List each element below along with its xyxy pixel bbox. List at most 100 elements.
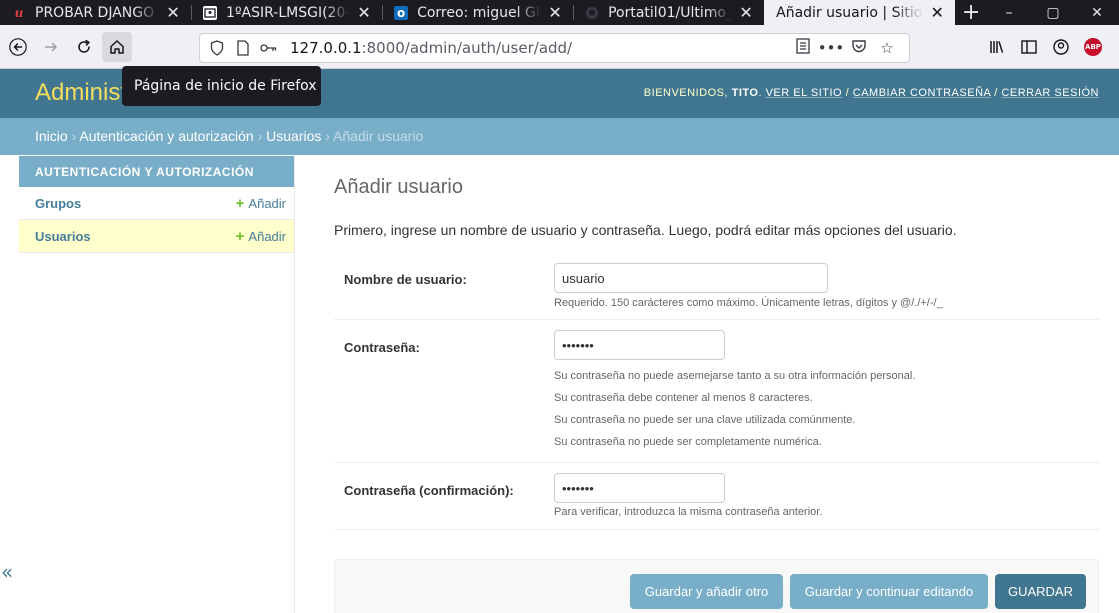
- url-text: 127.0.0.1:8000/admin/auth/user/add/: [290, 39, 573, 57]
- nav-sidebar: AUTENTICACIÓN Y AUTORIZACIÓN Grupos + Aña…: [0, 155, 295, 613]
- add-user-link[interactable]: + Añadir: [236, 228, 286, 245]
- breadcrumb-model[interactable]: Usuarios: [266, 128, 321, 144]
- outlook-favicon-icon: o: [394, 5, 409, 20]
- password-help-item: Su contraseña no puede ser una clave uti…: [554, 414, 856, 426]
- close-tab-icon[interactable]: ✕: [738, 3, 754, 22]
- close-tab-icon[interactable]: ✕: [165, 3, 181, 22]
- save-and-add-another-button[interactable]: Guardar y añadir otro: [630, 574, 783, 609]
- app-module-auth: AUTENTICACIÓN Y AUTORIZACIÓN Grupos + Aña…: [19, 156, 294, 253]
- library-icon: [990, 41, 1004, 53]
- password-confirm-input[interactable]: [554, 473, 725, 503]
- browser-tab-strip: u PROBAR DJANGO | ✕ 1ºASIR-LMSGI(20-2 ✕ …: [0, 0, 1119, 25]
- sidebar-toggle-icon: [1021, 40, 1037, 54]
- browser-tab-probar-django[interactable]: u PROBAR DJANGO | ✕: [0, 0, 191, 25]
- reader-view-icon[interactable]: [789, 38, 817, 58]
- window-controls: – ▢ ✕: [987, 0, 1119, 25]
- breadcrumb-home[interactable]: Inicio: [35, 128, 68, 144]
- url-bar[interactable]: 127.0.0.1:8000/admin/auth/user/add/ ••• …: [199, 33, 910, 63]
- separator: /: [842, 87, 853, 99]
- browser-tab-github[interactable]: Portatil01/Ultimo_I ✕: [573, 0, 764, 25]
- tab-title: Portatil01/Ultimo_I: [608, 4, 733, 21]
- tab-title: PROBAR DJANGO |: [35, 4, 160, 21]
- account-icon: [1053, 39, 1069, 55]
- save-button[interactable]: GUARDAR: [995, 574, 1086, 609]
- pocket-icon[interactable]: [845, 39, 873, 57]
- password-confirm-label: Contraseña (confirmación):: [344, 483, 514, 498]
- username-label: Nombre de usuario:: [344, 272, 467, 287]
- form-row-password-confirm: Contraseña (confirmación): Para verifica…: [334, 463, 1099, 530]
- sidebar-item-label[interactable]: Usuarios: [35, 229, 91, 244]
- github-favicon-icon: [585, 6, 599, 20]
- sidebar-item-users: Usuarios + Añadir: [19, 220, 294, 253]
- account-button[interactable]: [1046, 32, 1076, 62]
- breadcrumb-separator: ›: [321, 128, 334, 144]
- welcome-text: Bienvenidos,: [643, 87, 729, 99]
- maximize-icon[interactable]: ▢: [1031, 5, 1075, 21]
- tab-title: Añadir usuario | Sitio de: [776, 4, 923, 21]
- add-label: Añadir: [248, 195, 286, 211]
- reload-button[interactable]: [69, 32, 99, 62]
- sidebar-button[interactable]: [1014, 32, 1044, 62]
- logout-link[interactable]: Cerrar sesión: [1001, 87, 1099, 99]
- password-help-item: Su contraseña no puede ser completamente…: [554, 436, 822, 448]
- back-arrow-icon: [9, 37, 27, 56]
- key-permission-icon[interactable]: [260, 39, 278, 57]
- tab-title: Correo: miguel GRA: [417, 4, 542, 21]
- breadcrumb-current: Añadir usuario: [333, 128, 424, 144]
- submit-row: Guardar y añadir otro Guardar y continua…: [334, 559, 1099, 613]
- close-tab-icon[interactable]: ✕: [929, 3, 945, 22]
- browser-tab-classroom[interactable]: 1ºASIR-LMSGI(20-2 ✕: [191, 0, 382, 25]
- classroom-favicon-icon: [203, 5, 218, 20]
- tracking-shield-icon[interactable]: [208, 39, 226, 57]
- plus-icon: +: [235, 227, 245, 245]
- form-row-username: Nombre de usuario: Requerido. 150 caráct…: [334, 253, 1099, 320]
- toggle-sidebar-button[interactable]: «: [0, 560, 14, 584]
- udemy-favicon-icon: u: [14, 5, 24, 20]
- back-button[interactable]: [3, 32, 33, 62]
- library-button[interactable]: [982, 32, 1012, 62]
- password-help-item: Su contraseña debe contener al menos 8 c…: [554, 392, 813, 404]
- browser-tab-outlook[interactable]: o Correo: miguel GRA ✕: [382, 0, 573, 25]
- page-actions-icon[interactable]: •••: [817, 39, 845, 57]
- home-button[interactable]: [102, 31, 132, 62]
- forward-button[interactable]: [36, 32, 66, 62]
- breadcrumb-separator: ›: [67, 128, 80, 144]
- breadcrumb-app[interactable]: Autenticación y autorización: [79, 128, 253, 144]
- adblock-plus-button[interactable]: ABP: [1078, 32, 1108, 62]
- plus-icon: +: [235, 194, 245, 212]
- form-row-password: Contraseña: Su contraseña no puede aseme…: [334, 320, 1099, 463]
- breadcrumb-separator: ›: [253, 128, 267, 144]
- user-tools: Bienvenidos, Tito. Ver el sitio / Cambia…: [643, 87, 1099, 99]
- username-help: Requerido. 150 carácteres como máximo. Ú…: [554, 297, 943, 309]
- separator: /: [990, 87, 1002, 99]
- app-caption[interactable]: AUTENTICACIÓN Y AUTORIZACIÓN: [19, 156, 294, 187]
- bookmark-star-icon[interactable]: ☆: [873, 39, 901, 57]
- username-input[interactable]: [554, 263, 828, 293]
- reload-icon: [78, 39, 90, 53]
- home-icon: [110, 39, 124, 54]
- browser-toolbar: 127.0.0.1:8000/admin/auth/user/add/ ••• …: [0, 25, 1119, 69]
- password-help-item: Su contraseña no puede asemejarse tanto …: [554, 370, 916, 382]
- new-tab-button[interactable]: +: [955, 0, 987, 25]
- browser-tab-add-user[interactable]: Añadir usuario | Sitio de ✕: [764, 0, 956, 25]
- sidebar-item-label[interactable]: Grupos: [35, 196, 81, 211]
- add-group-link[interactable]: + Añadir: [236, 195, 286, 212]
- window-close-icon[interactable]: ✕: [1075, 5, 1119, 21]
- password-input[interactable]: [554, 330, 725, 360]
- change-password-link[interactable]: Cambiar contraseña: [853, 87, 991, 99]
- adblock-plus-icon: ABP: [1084, 38, 1102, 56]
- tab-title: 1ºASIR-LMSGI(20-2: [226, 4, 351, 21]
- username-text: Tito: [731, 87, 759, 99]
- breadcrumb: Inicio › Autenticación y autorización › …: [0, 118, 1119, 155]
- add-label: Añadir: [248, 228, 286, 244]
- minimize-icon[interactable]: –: [987, 5, 1031, 21]
- view-site-link[interactable]: Ver el sitio: [766, 87, 843, 99]
- close-tab-icon[interactable]: ✕: [547, 3, 563, 22]
- forward-arrow-icon: [44, 42, 57, 51]
- page-info-icon[interactable]: [234, 39, 252, 57]
- save-and-continue-button[interactable]: Guardar y continuar editando: [790, 574, 988, 609]
- home-tooltip: Página de inicio de Firefox: [122, 66, 321, 106]
- password-label: Contraseña:: [344, 340, 420, 355]
- form-intro: Primero, ingrese un nombre de usuario y …: [334, 222, 957, 238]
- close-tab-icon[interactable]: ✕: [356, 3, 372, 22]
